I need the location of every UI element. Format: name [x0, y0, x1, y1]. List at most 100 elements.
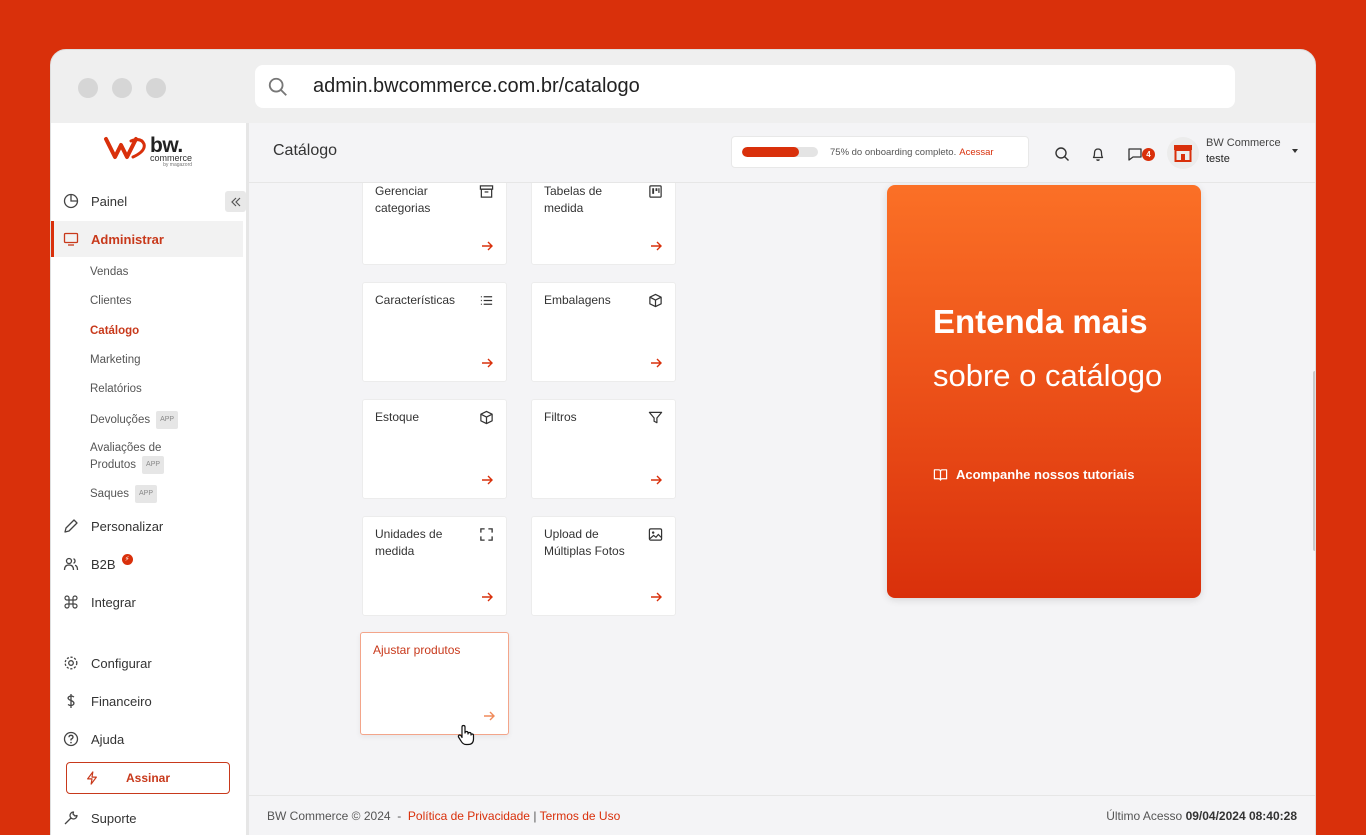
box-icon — [649, 293, 662, 308]
sidebar-item-painel[interactable]: Painel — [51, 183, 243, 219]
sidebar-item-suporte[interactable]: Suporte — [51, 800, 243, 835]
card-label: Filtros — [544, 410, 577, 424]
subitem-label: Saques — [90, 488, 130, 501]
arrow-right-icon — [651, 592, 662, 602]
card-filtros[interactable]: Filtros — [531, 399, 676, 499]
sidebar-subitem-relatorios[interactable]: Relatórios — [90, 381, 142, 397]
sidebar-item-label: Ajuda — [91, 731, 125, 747]
message-icon[interactable] — [1127, 146, 1143, 162]
subitem-label: Devoluções — [90, 414, 151, 427]
command-icon — [64, 595, 78, 609]
card-ajustar-produtos[interactable]: Ajustar produtos — [360, 632, 509, 735]
card-label: Tabelas de medida — [544, 184, 603, 215]
logo[interactable]: bw. commerce by magazord — [103, 135, 192, 168]
subitem-label: Catálogo — [90, 325, 140, 337]
sidebar-item-b2b[interactable]: B2B ⚡ — [51, 546, 243, 582]
address-bar[interactable]: admin.bwcommerce.com.br/catalogo — [255, 65, 1235, 108]
close-dot[interactable] — [78, 78, 98, 98]
arrow-right-icon — [482, 592, 493, 602]
search-icon[interactable] — [1054, 146, 1070, 162]
subitem-label: Marketing — [90, 354, 141, 366]
sidebar-subitem-devolucoes[interactable]: Devoluções APP — [90, 411, 179, 429]
privacy-link[interactable]: Política de Privacidade — [408, 809, 530, 823]
store-icon — [1174, 145, 1192, 162]
arrow-right-icon — [482, 241, 493, 251]
card-gerenciar-categorias[interactable]: Gerenciar categorias — [362, 183, 507, 265]
sidebar-item-label: Integrar — [91, 594, 136, 610]
sidebar-item-ajuda[interactable]: Ajuda — [51, 721, 243, 757]
card-embalagens[interactable]: Embalagens — [531, 282, 676, 382]
avatar[interactable] — [1167, 137, 1199, 169]
user-name[interactable]: BW Commerce — [1206, 137, 1281, 149]
page-title: Catálogo — [273, 142, 338, 159]
sidebar-item-label: Suporte — [91, 810, 137, 826]
sidebar-item-administrar[interactable]: Administrar — [51, 221, 243, 257]
sidebar-subitem-avaliacoes[interactable]: Avaliações de Produtos APP — [90, 440, 180, 474]
card-label: Ajustar produtos — [373, 643, 461, 657]
sidebar-item-personalizar[interactable]: Personalizar — [51, 508, 243, 544]
sidebar-item-label: Financeiro — [91, 693, 152, 709]
promo-subtitle: sobre o catálogo — [933, 358, 1163, 393]
sidebar-subitem-clientes[interactable]: Clientes — [90, 293, 132, 309]
tutorials-link[interactable]: Acompanhe nossos tutoriais — [933, 467, 1134, 482]
sidebar-item-label: B2B — [91, 556, 116, 572]
card-estoque[interactable]: Estoque — [362, 399, 507, 499]
card-upload-multiplas-fotos[interactable]: Upload de Múltiplas Fotos — [531, 516, 676, 616]
onboarding-progress-fill — [742, 147, 799, 157]
subitem-label: Vendas — [90, 266, 129, 278]
pie-chart-icon — [63, 193, 79, 209]
sidebar-item-financeiro[interactable]: Financeiro — [51, 683, 243, 719]
sidebar-item-label: Configurar — [91, 655, 152, 671]
monitor-icon — [63, 232, 79, 246]
card-tabelas-de-medida[interactable]: Tabelas de medida — [531, 183, 676, 265]
sidebar: bw. commerce by magazord Painel Administ… — [51, 123, 249, 835]
bell-icon[interactable] — [1090, 146, 1106, 162]
app: bw. commerce by magazord Painel Administ… — [51, 123, 1315, 835]
arrow-right-icon — [651, 241, 662, 251]
book-open-icon — [933, 469, 948, 481]
promo-title: Entenda mais — [933, 303, 1148, 340]
help-circle-icon — [63, 731, 79, 747]
scrollbar-thumb[interactable] — [1313, 371, 1315, 551]
sidebar-subitem-marketing[interactable]: Marketing — [90, 352, 141, 368]
image-icon — [648, 528, 663, 541]
footer: BW Commerce © 2024 - Política de Privaci… — [249, 795, 1315, 835]
last-access: Último Acesso 09/04/2024 08:40:28 — [1106, 809, 1297, 823]
wrench-icon — [64, 811, 78, 825]
search-icon — [268, 77, 287, 96]
minimize-dot[interactable] — [112, 78, 132, 98]
onboarding-status: 75% do onboarding completo. — [830, 146, 957, 158]
sidebar-item-integrar[interactable]: Integrar — [51, 584, 243, 620]
sidebar-subitem-catalogo[interactable]: Catálogo — [90, 323, 139, 339]
footer-left: BW Commerce © 2024 - Política de Privaci… — [267, 809, 620, 823]
sidebar-subitem-saques[interactable]: Saques APP — [90, 485, 158, 503]
address-url: admin.bwcommerce.com.br/catalogo — [313, 75, 640, 97]
card-label: Gerenciar categorias — [375, 184, 431, 215]
window-controls — [78, 78, 166, 98]
top-bar: Catálogo 75% do onboarding completo. Aces… — [249, 123, 1315, 183]
sidebar-item-label: Painel — [91, 193, 128, 209]
terms-link[interactable]: Termos de Uso — [540, 809, 621, 823]
bw-logo-icon — [104, 137, 146, 159]
user-store: teste — [1206, 153, 1230, 165]
footer-pipe: | — [533, 809, 537, 823]
users-icon — [63, 557, 79, 571]
card-label: Unidades de medida — [375, 527, 443, 558]
card-caracteristicas[interactable]: Características — [362, 282, 507, 382]
app-badge: APP — [142, 456, 165, 474]
maximize-dot[interactable] — [146, 78, 166, 98]
chevron-down-icon[interactable] — [1292, 149, 1298, 153]
last-access-label: Último Acesso — [1106, 809, 1183, 823]
arrow-right-icon — [484, 711, 495, 721]
assinar-button[interactable]: Assinar — [66, 762, 230, 794]
last-access-value: 09/04/2024 08:40:28 — [1185, 809, 1297, 823]
card-label: Upload de Múltiplas Fotos — [544, 527, 625, 558]
messages-count-badge: 4 — [1142, 148, 1155, 161]
card-unidades-de-medida[interactable]: Unidades de medida — [362, 516, 507, 616]
main-content: Gerenciar categorias Tabelas de medida C… — [249, 183, 1315, 795]
list-icon — [480, 296, 493, 305]
sidebar-item-configurar[interactable]: Configurar — [51, 645, 243, 681]
sidebar-subitem-vendas[interactable]: Vendas — [90, 264, 128, 280]
pencil-icon — [64, 519, 78, 533]
onboarding-link[interactable]: Acessar — [959, 147, 993, 158]
